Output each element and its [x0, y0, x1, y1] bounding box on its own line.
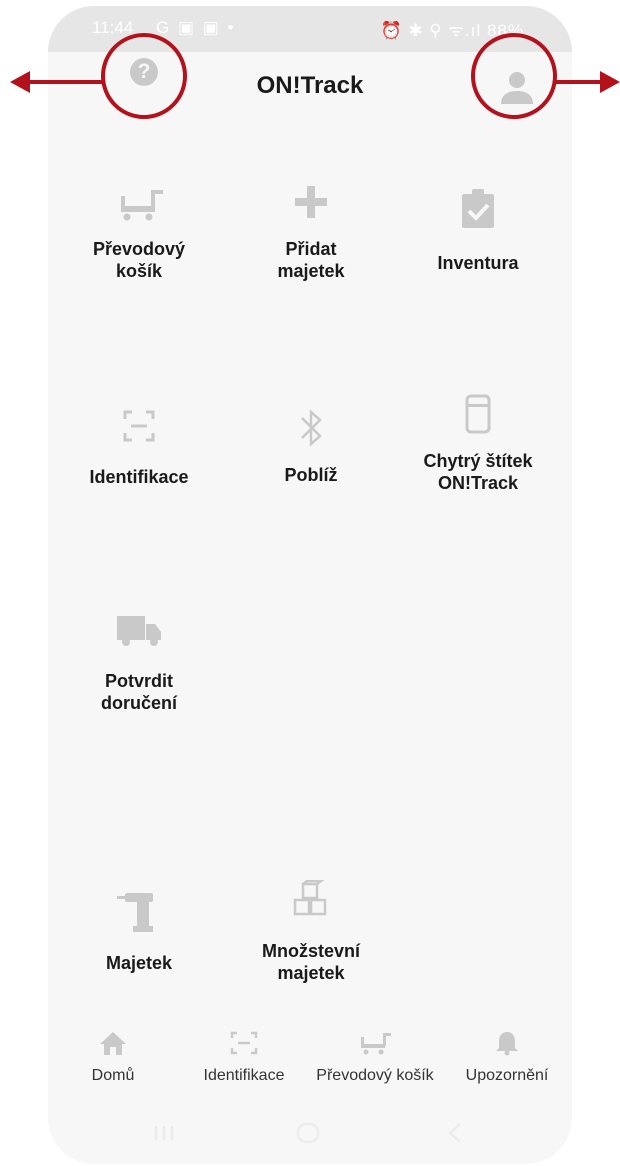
annotation-arrow-right — [555, 80, 605, 84]
nav-notifications[interactable]: Upozornění — [442, 1030, 572, 1085]
clipboard-check-icon — [462, 189, 494, 228]
bluetooth-icon — [301, 409, 322, 447]
smart-tag-icon — [465, 394, 491, 434]
nav-label: Identifikace — [203, 1067, 285, 1084]
tile-label: Chytrý štítek ON!Track — [423, 451, 533, 493]
truck-icon — [117, 616, 161, 646]
cart-icon — [361, 1033, 391, 1055]
annotation-arrowhead-left — [10, 71, 30, 93]
system-navigation — [154, 1122, 461, 1144]
tile-smart-tag[interactable]: Chytrý štítek ON!Track — [403, 392, 553, 494]
annotation-circle-help — [101, 33, 187, 119]
tile-transfer-cart[interactable]: Převodový košík — [64, 186, 214, 282]
tile-bulk-assets[interactable]: Množstevní majetek — [236, 880, 386, 984]
bottom-nav: Domů Identifikace Převodový košík Upozor… — [48, 1030, 572, 1100]
tile-label: Poblíž — [284, 465, 338, 485]
tile-identification[interactable]: Identifikace — [64, 406, 214, 488]
tile-confirm-delivery[interactable]: Potvrdit doručení — [64, 612, 214, 714]
home-icon — [100, 1032, 126, 1055]
tile-label: Majetek — [105, 953, 173, 973]
nav-label: Převodový košík — [316, 1067, 434, 1084]
status-time: 11:44 — [92, 18, 134, 37]
scan-icon — [230, 1031, 258, 1055]
nav-label: Domů — [91, 1067, 135, 1084]
boxes-icon — [293, 880, 327, 916]
drill-icon — [117, 893, 153, 932]
home-system-icon[interactable] — [296, 1122, 320, 1144]
annotation-circle-profile — [471, 33, 557, 119]
bell-icon — [496, 1032, 518, 1056]
tile-label: Potvrdit doručení — [100, 671, 177, 713]
tile-nearby[interactable]: Poblíž — [236, 406, 386, 486]
nav-identification[interactable]: Identifikace — [179, 1030, 309, 1085]
recent-apps-icon[interactable] — [154, 1126, 174, 1140]
tile-label: Množstevní majetek — [261, 941, 360, 983]
phone-screen: 11:44 G ▣ ▣ • ⏰ ✱ ⚲ ᯤ.ıl 88% — [48, 6, 572, 1164]
tile-assets[interactable]: Majetek — [64, 890, 214, 974]
plus-icon — [295, 186, 327, 218]
nav-home[interactable]: Domů — [48, 1030, 178, 1085]
tile-label: Převodový košík — [92, 239, 186, 281]
cart-icon — [121, 190, 163, 221]
notification-icons: G ▣ ▣ • — [156, 18, 236, 37]
tile-inventory[interactable]: Inventura — [403, 186, 553, 274]
scan-icon — [123, 410, 155, 442]
status-icons: ⏰ ✱ ⚲ ᯤ.ıl — [380, 21, 482, 40]
tile-label: Identifikace — [89, 467, 189, 487]
tile-label: Přidat majetek — [277, 239, 345, 281]
nav-label: Upozornění — [465, 1067, 549, 1084]
annotation-arrow-left — [28, 80, 102, 84]
back-icon[interactable] — [448, 1123, 461, 1143]
tile-label: Inventura — [437, 253, 519, 273]
nav-transfer-cart[interactable]: Převodový košík — [310, 1030, 440, 1085]
tile-add-asset[interactable]: Přidat majetek — [236, 182, 386, 282]
annotation-arrowhead-right — [600, 71, 620, 93]
